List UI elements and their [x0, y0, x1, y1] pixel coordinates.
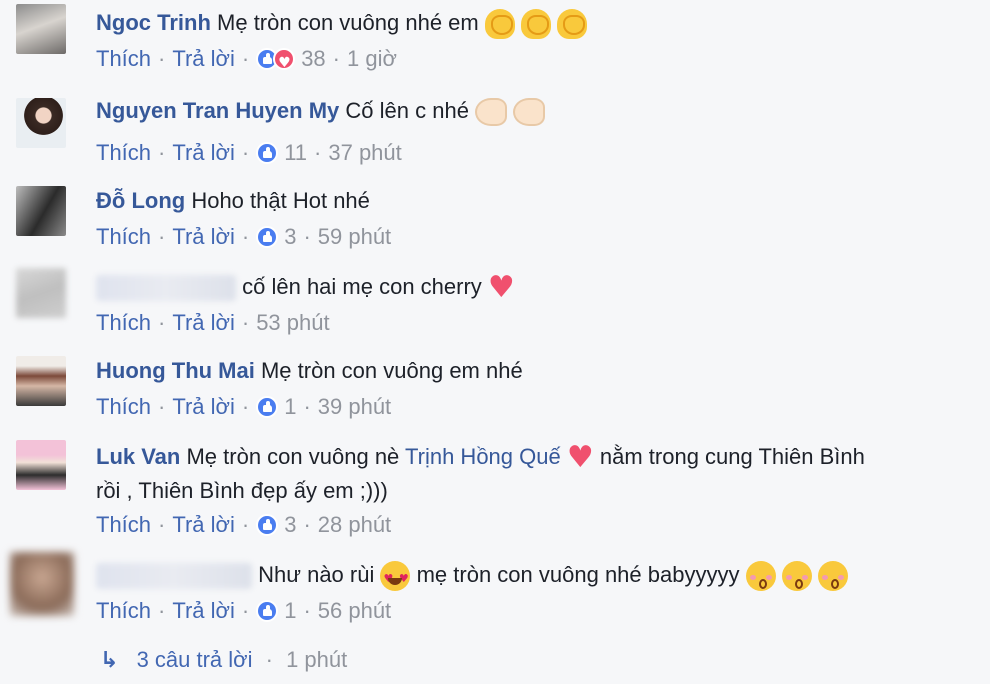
comment-time[interactable]: 28 phút — [318, 510, 391, 540]
like-link[interactable]: Thích — [96, 44, 151, 74]
replies-time: 1 phút — [286, 647, 348, 672]
comment-actions: Thích · Trả lời · 1 · 56 phút — [96, 596, 391, 626]
clapping-hands-icon — [484, 9, 515, 40]
reaction-count[interactable]: 1 — [284, 392, 296, 422]
comment-actions: Thích · Trả lời · 3 · 28 phút — [96, 510, 391, 540]
comment-actions: Thích · Trả lời · 1 · 39 phút — [96, 392, 391, 422]
comment-time[interactable]: 1 giờ — [347, 44, 397, 74]
comment-actions: Thích · Trả lời · 53 phút — [96, 308, 330, 338]
comment-author[interactable]: Đỗ Long — [96, 188, 185, 213]
comment-body: Như nào rùi mẹ tròn con vuông nhé babyyy… — [96, 560, 848, 594]
comment-text: Hoho thật Hot nhé — [191, 188, 370, 213]
flexed-biceps-icon — [475, 98, 508, 127]
reply-link[interactable]: Trả lời — [172, 222, 235, 252]
reply-link[interactable]: Trả lời — [172, 596, 235, 626]
avatar[interactable] — [10, 552, 74, 616]
comment-actions: Thích · Trả lời · 38 · 1 giờ — [96, 44, 397, 78]
like-reaction-icon[interactable] — [256, 396, 279, 418]
blurred-author-name[interactable] — [96, 563, 252, 590]
comment-author[interactable]: Nguyen Tran Huyen My — [96, 98, 339, 123]
comment-time[interactable]: 53 phút — [256, 308, 329, 338]
clapping-hands-icon — [520, 9, 551, 40]
comment-text-continued: nằm trong cung Thiên Bình — [599, 444, 865, 469]
tagged-user-link[interactable]: Trịnh Hồng Quế — [405, 444, 561, 469]
comment-body: Luk Van Mẹ tròn con vuông nè Trịnh Hồng … — [96, 442, 865, 473]
like-link[interactable]: Thích — [96, 222, 151, 252]
like-link[interactable]: Thích — [96, 392, 151, 422]
view-replies[interactable]: ↳ 3 câu trả lời · 1 phút — [100, 645, 347, 676]
comment-body: Nguyen Tran Huyen My Cố lên c nhé — [96, 96, 546, 127]
comment-body-line-2: rồi , Thiên Bình đẹp ấy em ;))) — [96, 476, 388, 506]
comment-text: Như nào rùi — [258, 562, 375, 587]
love-reaction-icon[interactable] — [273, 48, 296, 78]
flexed-biceps-icon — [513, 98, 546, 127]
reaction-count[interactable]: 3 — [284, 510, 296, 540]
comment-actions: Thích · Trả lời · 11 · 37 phút — [96, 138, 402, 168]
comment-text: cố lên hai mẹ con cherry — [242, 274, 482, 299]
comment-text: Mẹ tròn con vuông nè — [186, 444, 400, 469]
kissing-face-icon — [817, 561, 848, 592]
kissing-face-icon — [745, 561, 776, 592]
avatar[interactable] — [16, 186, 66, 236]
reply-link[interactable]: Trả lời — [172, 392, 235, 422]
reply-link[interactable]: Trả lời — [172, 510, 235, 540]
comment-body: Đỗ Long Hoho thật Hot nhé — [96, 186, 370, 216]
comment-author[interactable]: Huong Thu Mai — [96, 358, 255, 383]
red-heart-icon: ♥ — [566, 440, 594, 476]
like-reaction-icon[interactable] — [256, 226, 279, 248]
comment-text: Cố lên c nhé — [345, 98, 469, 123]
reaction-count[interactable]: 38 — [301, 44, 325, 74]
comment-author[interactable]: Luk Van — [96, 444, 180, 469]
avatar[interactable] — [16, 268, 66, 318]
like-link[interactable]: Thích — [96, 596, 151, 626]
blurred-author-name[interactable] — [96, 275, 236, 302]
comment-body: Huong Thu Mai Mẹ tròn con vuông em nhé — [96, 356, 523, 386]
comment-author[interactable]: Ngoc Trinh — [96, 10, 211, 35]
avatar[interactable] — [16, 356, 66, 406]
comment-body: Ngoc Trinh Mẹ tròn con vuông nhé em — [96, 8, 588, 40]
kissing-face-icon — [781, 561, 812, 592]
avatar[interactable] — [16, 4, 66, 54]
comment-time[interactable]: 37 phút — [328, 138, 401, 168]
red-heart-icon: ♥ — [487, 270, 515, 306]
like-reaction-icon[interactable] — [256, 514, 279, 536]
comment-actions: Thích · Trả lời · 3 · 59 phút — [96, 222, 391, 252]
comment-text-continued: rồi , Thiên Bình đẹp ấy em ;))) — [96, 478, 388, 503]
like-reaction-icon[interactable] — [256, 142, 279, 164]
reaction-count[interactable]: 3 — [284, 222, 296, 252]
reaction-count[interactable]: 11 — [284, 138, 307, 168]
reply-link[interactable]: Trả lời — [172, 44, 235, 74]
comment-body: cố lên hai mẹ con cherry ♥ — [96, 272, 515, 303]
reply-link[interactable]: Trả lời — [172, 138, 235, 168]
comment-text-continued: mẹ tròn con vuông nhé babyyyyy — [416, 562, 740, 587]
reaction-count[interactable]: 1 — [284, 596, 296, 626]
like-link[interactable]: Thích — [96, 308, 151, 338]
avatar[interactable] — [16, 98, 66, 148]
like-reaction-icon[interactable] — [256, 600, 279, 622]
comment-time[interactable]: 59 phút — [318, 222, 391, 252]
comment-text: Mẹ tròn con vuông nhé em — [217, 10, 479, 35]
comment-time[interactable]: 56 phút — [318, 596, 391, 626]
like-link[interactable]: Thích — [96, 510, 151, 540]
view-replies-link[interactable]: 3 câu trả lời — [137, 647, 253, 672]
avatar[interactable] — [16, 440, 66, 490]
like-link[interactable]: Thích — [96, 138, 151, 168]
comment-text: Mẹ tròn con vuông em nhé — [260, 358, 523, 383]
reply-link[interactable]: Trả lời — [172, 308, 235, 338]
comment-time[interactable]: 39 phút — [318, 392, 391, 422]
heart-eyes-emoji-icon — [380, 561, 411, 594]
clapping-hands-icon — [557, 9, 588, 40]
reply-arrow-icon: ↳ — [100, 648, 119, 673]
